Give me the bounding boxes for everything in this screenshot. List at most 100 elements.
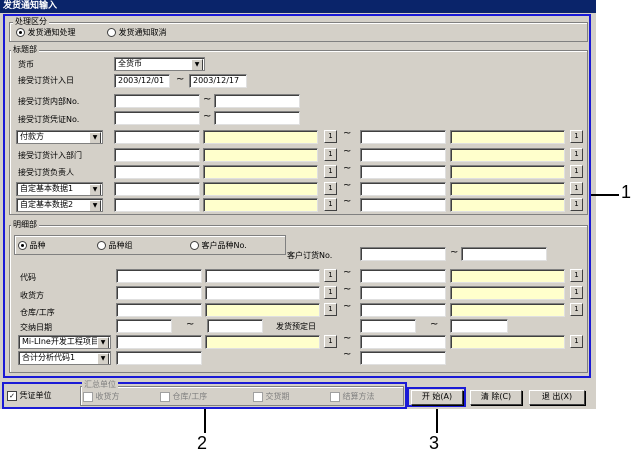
unit-option-consignee[interactable]: 收货方: [83, 391, 120, 403]
project-to[interactable]: [360, 335, 446, 349]
tilde: ~: [343, 284, 352, 295]
lookup-button[interactable]: 1: [570, 286, 583, 299]
lookup-button[interactable]: 1: [324, 335, 337, 348]
customer-order-no-from[interactable]: [360, 247, 446, 261]
detail-section-title: 明细部: [11, 220, 39, 230]
check-icon[interactable]: ✓: [7, 390, 17, 401]
checkbox-icon[interactable]: [160, 391, 170, 402]
lookup-button[interactable]: 1: [570, 165, 583, 178]
lookup-button[interactable]: 1: [324, 286, 337, 299]
code-from[interactable]: [116, 269, 202, 283]
radio-customer-item-label: 客户品种No.: [201, 241, 247, 250]
voucher-unit-checkbox[interactable]: ✓ 凭证单位: [7, 390, 52, 402]
lookup-button[interactable]: 1: [324, 303, 337, 316]
delivery-date-from[interactable]: [116, 319, 172, 333]
radio-cancel-label: 发货通知取消: [118, 28, 167, 37]
voucher-no-to[interactable]: [214, 111, 300, 125]
lookup-button[interactable]: 1: [570, 269, 583, 282]
project-from[interactable]: [116, 335, 202, 349]
order-date-label: 接受订货计入日: [18, 76, 74, 85]
chevron-down-icon[interactable]: ▼: [89, 200, 101, 211]
chevron-down-icon[interactable]: ▼: [191, 59, 203, 70]
manager-to[interactable]: [360, 165, 446, 179]
unit-option-delivery[interactable]: 交货期: [253, 391, 290, 403]
radio-item-group-dot[interactable]: [97, 241, 106, 250]
warehouse-to-name: [450, 303, 565, 317]
dept-to[interactable]: [360, 148, 446, 162]
lookup-button[interactable]: 1: [324, 130, 337, 143]
planned-ship-date-to[interactable]: [450, 319, 508, 333]
order-date-to[interactable]: 2003/12/17: [189, 74, 247, 88]
tilde: ~: [343, 163, 352, 174]
radio-cancel[interactable]: 发货通知取消: [107, 27, 167, 39]
internal-no-to[interactable]: [214, 94, 300, 108]
lookup-button[interactable]: 1: [324, 182, 337, 195]
radio-cancel-dot[interactable]: [107, 28, 116, 37]
callout-1: 1: [621, 182, 632, 202]
lookup-button[interactable]: 1: [570, 130, 583, 143]
project-value: Mi-LIne开发工程项目: [22, 337, 99, 346]
order-date-from[interactable]: 2003/12/01: [114, 74, 170, 88]
internal-no-from[interactable]: [114, 94, 200, 108]
project-to-name: [450, 335, 565, 349]
custom2-to[interactable]: [360, 198, 446, 212]
dept-to-name: [450, 148, 565, 162]
unit-option-label: 交货期: [265, 392, 290, 401]
clear-button[interactable]: 清 除(C): [470, 390, 522, 405]
custom2-select[interactable]: 自定基本数据2 ▼: [16, 198, 103, 212]
warehouse-from[interactable]: [116, 303, 202, 317]
consignee-from[interactable]: [116, 286, 202, 300]
lookup-button[interactable]: 1: [324, 148, 337, 161]
custom1-select[interactable]: 自定基本数据1 ▼: [16, 182, 103, 196]
custom2-from[interactable]: [114, 198, 200, 212]
radio-process-dot[interactable]: [16, 28, 25, 37]
lookup-button[interactable]: 1: [570, 198, 583, 211]
chevron-down-icon[interactable]: ▼: [89, 132, 101, 143]
radio-item-dot[interactable]: [18, 241, 27, 250]
payer-from[interactable]: [114, 130, 200, 144]
custom1-to[interactable]: [360, 182, 446, 196]
manager-from[interactable]: [114, 165, 200, 179]
analysis-from[interactable]: [116, 351, 202, 365]
lookup-button[interactable]: 1: [570, 148, 583, 161]
start-button[interactable]: 开 始(A): [411, 390, 463, 405]
chevron-down-icon[interactable]: ▼: [89, 184, 101, 195]
dept-from[interactable]: [114, 148, 200, 162]
checkbox-icon[interactable]: [253, 391, 263, 402]
checkbox-icon[interactable]: [330, 391, 340, 402]
lookup-button[interactable]: 1: [570, 335, 583, 348]
consignee-to-name: [450, 286, 565, 300]
lookup-button[interactable]: 1: [570, 303, 583, 316]
warehouse-to[interactable]: [360, 303, 446, 317]
code-to[interactable]: [360, 269, 446, 283]
planned-ship-date-from[interactable]: [360, 319, 416, 333]
delivery-date-to[interactable]: [207, 319, 263, 333]
checkbox-icon[interactable]: [83, 391, 93, 402]
project-select[interactable]: Mi-LIne开发工程项目 ▼: [18, 335, 111, 349]
voucher-no-from[interactable]: [114, 111, 200, 125]
analysis-to[interactable]: [360, 351, 446, 365]
radio-item-group[interactable]: 品种组: [97, 240, 133, 252]
analysis-select[interactable]: 合计分析代码1 ▼: [18, 351, 111, 365]
unit-option-warehouse[interactable]: 仓库/工序: [160, 391, 207, 403]
lookup-button[interactable]: 1: [570, 182, 583, 195]
lookup-button[interactable]: 1: [324, 269, 337, 282]
customer-order-no-to[interactable]: [461, 247, 547, 261]
currency-select[interactable]: 全货币 ▼: [114, 57, 205, 71]
consignee-to[interactable]: [360, 286, 446, 300]
chevron-down-icon[interactable]: ▼: [97, 337, 109, 348]
radio-process[interactable]: 发货通知处理: [16, 27, 76, 39]
tilde: ~: [186, 319, 195, 330]
custom1-from[interactable]: [114, 182, 200, 196]
payer-to[interactable]: [360, 130, 446, 144]
payer-select[interactable]: 付款方 ▼: [16, 130, 103, 144]
radio-item[interactable]: 品种: [18, 240, 46, 252]
chevron-down-icon[interactable]: ▼: [97, 353, 109, 364]
exit-button[interactable]: 退 出(X): [529, 390, 585, 405]
unit-option-settlement[interactable]: 结算方法: [330, 391, 375, 403]
lookup-button[interactable]: 1: [324, 165, 337, 178]
lookup-button[interactable]: 1: [324, 198, 337, 211]
radio-customer-item[interactable]: 客户品种No.: [190, 240, 247, 252]
radio-customer-item-dot[interactable]: [190, 241, 199, 250]
internal-no-label: 接受订货内部No.: [18, 97, 80, 106]
